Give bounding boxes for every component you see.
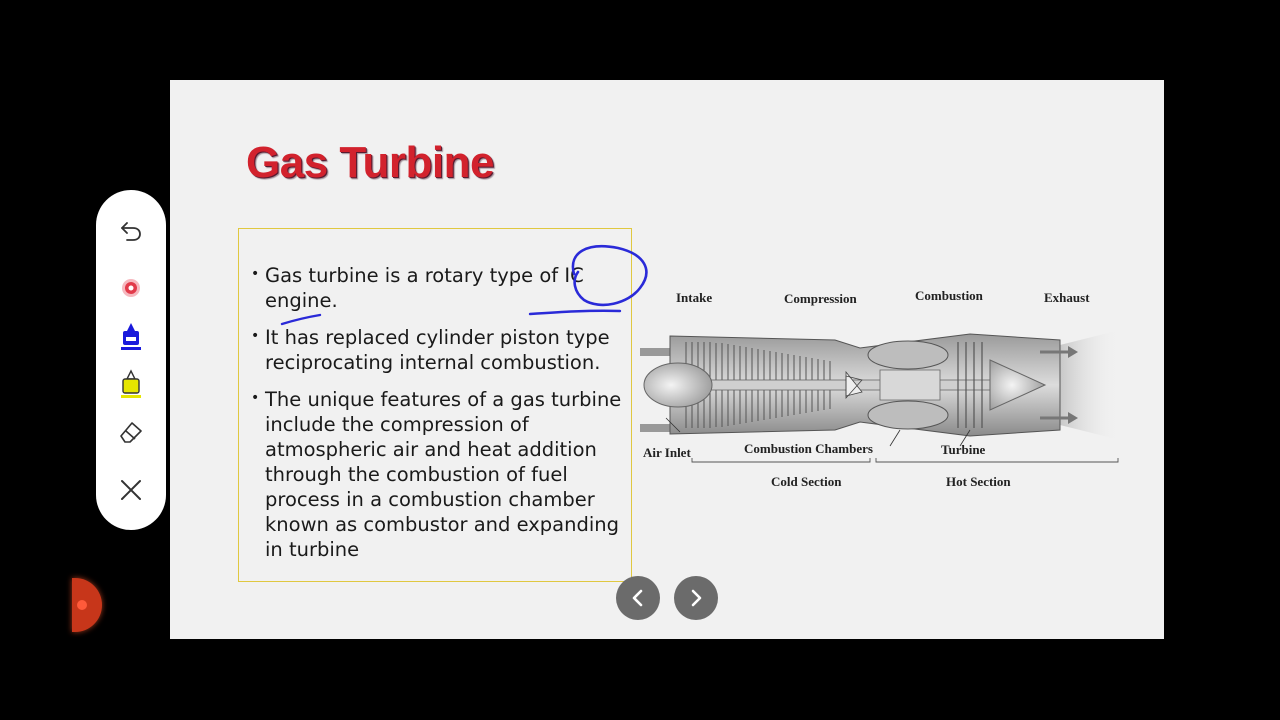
pen-tool-button[interactable] <box>113 318 149 354</box>
record-icon <box>77 600 87 610</box>
bullet-textbox: Gas turbine is a rotary type of IC engin… <box>238 228 632 582</box>
close-icon <box>121 480 141 500</box>
highlighter-tool-button[interactable] <box>113 366 149 402</box>
turbine-label: Turbine <box>941 442 986 457</box>
recording-indicator-button[interactable] <box>72 578 102 632</box>
highlighter-icon <box>121 369 141 398</box>
intake-label: Intake <box>676 290 713 305</box>
slide-title: Gas Turbine <box>246 138 494 187</box>
exhaust-label: Exhaust <box>1044 290 1090 305</box>
close-toolbar-button[interactable] <box>113 472 149 508</box>
bullet-item: The unique features of a gas turbine inc… <box>251 386 623 562</box>
annotation-toolbar <box>96 190 166 530</box>
eraser-icon <box>120 422 142 443</box>
bullet-item: It has replaced cylinder piston type rec… <box>251 324 623 375</box>
combustion-chambers-label: Combustion Chambers <box>744 441 873 456</box>
cold-section-label: Cold Section <box>771 474 842 489</box>
compression-label: Compression <box>784 291 857 306</box>
bullet-list: Gas turbine is a rotary type of IC engin… <box>251 262 623 574</box>
eraser-tool-button[interactable] <box>113 414 149 450</box>
undo-button[interactable] <box>113 212 149 248</box>
next-slide-button[interactable] <box>674 576 718 620</box>
jet-engine-illustration <box>640 330 1120 463</box>
undo-icon <box>121 222 141 241</box>
combustion-label: Combustion <box>915 288 983 303</box>
hot-section-label: Hot Section <box>946 474 1011 489</box>
previous-slide-button[interactable] <box>616 576 660 620</box>
air-inlet-label: Air Inlet <box>643 445 691 460</box>
laser-pointer-button[interactable] <box>113 270 149 306</box>
laser-pointer-icon <box>122 279 140 297</box>
pen-icon <box>121 323 141 350</box>
chevron-left-icon <box>632 589 643 607</box>
presentation-slide: Gas Turbine Gas turbine is a rotary type… <box>170 80 1164 639</box>
chevron-right-icon <box>691 589 702 607</box>
gas-turbine-diagram: Intake Compression Combustion Exhaust Ai… <box>640 288 1120 515</box>
bullet-item: Gas turbine is a rotary type of IC engin… <box>251 262 623 313</box>
